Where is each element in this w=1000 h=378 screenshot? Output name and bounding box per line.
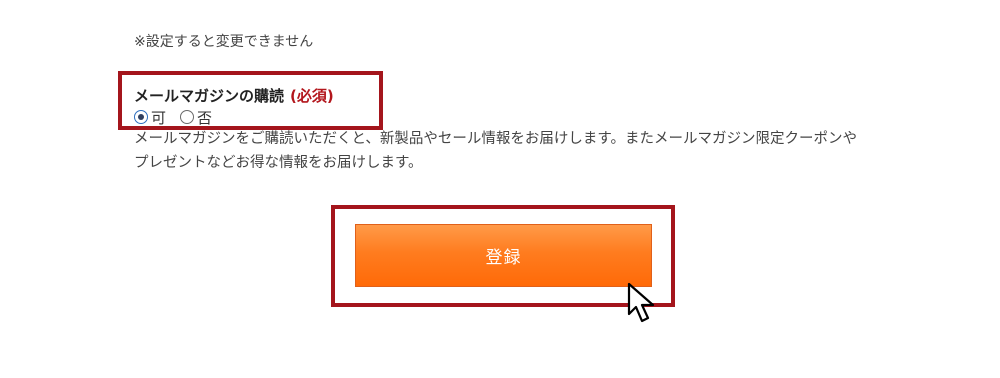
settings-note: ※設定すると変更できません [134,34,314,50]
registration-form-section: ※設定すると変更できません メールマガジンの購読 (必須) 可 否 メールマガジン… [0,0,1000,378]
newsletter-field-label: メールマガジンの購読 (必須) [134,85,334,106]
radio-option-yes[interactable]: 可 [134,107,166,128]
radio-checked-icon[interactable] [134,110,148,124]
radio-option-no[interactable]: 否 [180,107,212,128]
radio-unchecked-icon[interactable] [180,110,195,124]
register-button[interactable]: 登録 [355,224,652,287]
radio-label-no: 否 [197,108,213,127]
newsletter-description: メールマガジンをご購読いただくと、新製品やセール情報をお届けします。またメールマ… [134,131,857,171]
newsletter-radio-group: 可 否 [134,106,226,128]
required-marker: (必須) [290,87,334,105]
radio-label-yes: 可 [151,108,167,127]
newsletter-label-text: メールマガジンの購読 [134,87,285,105]
arrow-cursor-icon [627,282,655,323]
